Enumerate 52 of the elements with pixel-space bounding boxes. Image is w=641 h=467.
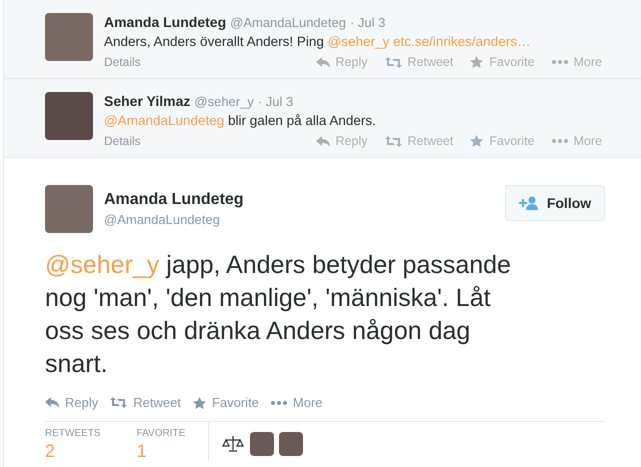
reply-button[interactable]: Reply	[45, 393, 98, 412]
stat-count[interactable]: 1	[136, 440, 186, 460]
add-user-icon	[518, 196, 539, 210]
favoriter-photo-placeholder[interactable]	[279, 432, 303, 456]
favorite-button[interactable]: Favorite	[192, 393, 259, 412]
reply-icon	[45, 397, 59, 408]
details-link[interactable]: Details	[104, 132, 141, 150]
more-button[interactable]: More	[552, 53, 602, 72]
more-button[interactable]: More	[552, 132, 602, 151]
stat-count[interactable]: 2	[45, 440, 101, 460]
dots-icon	[270, 400, 287, 405]
stat-label: FAVORITE	[136, 426, 186, 440]
dots-icon	[552, 60, 568, 64]
mention-link[interactable]: @seher_y	[328, 34, 390, 49]
tweet-time[interactable]: · Jul 3	[350, 14, 386, 32]
retweet-icon	[384, 136, 402, 147]
star-icon	[192, 396, 206, 409]
retweet-button[interactable]: Retweet	[384, 53, 454, 72]
star-icon	[470, 56, 484, 68]
mention-link[interactable]: @seher_y	[45, 251, 160, 279]
favorite-button[interactable]: Favorite	[470, 53, 535, 72]
retweet-button[interactable]: Retweet	[384, 132, 454, 151]
favoriter-photo-placeholder[interactable]	[250, 432, 274, 456]
dots-icon	[552, 139, 568, 144]
avatar-photo-placeholder	[45, 92, 93, 140]
retweet-button[interactable]: Retweet	[110, 393, 181, 412]
retweet-icon	[110, 397, 128, 408]
tweet-text: @seher_y japp, Anders betyder passande nog 'man', 'den manlige', 'människa'. Låt oss ses och dränka Anders någon dag snart.	[45, 250, 512, 380]
author-handle[interactable]: @AmandaLundeteg	[104, 210, 494, 230]
reply-button[interactable]: Reply	[316, 132, 368, 151]
mention-link[interactable]: @AmandaLundeteg	[104, 113, 224, 128]
author-handle[interactable]: @AmandaLundeteg	[230, 14, 346, 32]
avatar-photo-placeholder	[45, 13, 93, 61]
author-name[interactable]: Amanda Lundeteg	[104, 190, 494, 210]
author-handle[interactable]: @seher_y	[194, 93, 254, 111]
author-name[interactable]: Seher Yilmaz	[104, 92, 190, 110]
avatar-photo-placeholder	[45, 185, 93, 233]
author-name[interactable]: Amanda Lundeteg	[104, 13, 226, 31]
tweet-time[interactable]: · Jul 3	[258, 93, 294, 111]
retweet-icon	[384, 56, 402, 68]
favorite-button[interactable]: Favorite	[470, 132, 535, 151]
stat-label: RETWEETS	[45, 426, 101, 440]
more-button[interactable]: More	[270, 393, 323, 412]
star-icon	[470, 135, 484, 148]
details-link[interactable]: Details	[104, 53, 141, 72]
reply-button[interactable]: Reply	[316, 53, 368, 72]
reply-icon	[316, 136, 330, 147]
follow-button[interactable]: Follow	[505, 185, 605, 221]
reply-icon	[316, 56, 330, 68]
tweet-text: @AmandaLundeteg blir galen på alla Anders.	[104, 112, 377, 130]
tweet-text: Anders, Anders överallt Anders! Ping @seher_y etc.se/inrikes/anders…	[104, 33, 532, 51]
tweet-link[interactable]: etc.se/inrikes/anders…	[393, 34, 530, 49]
